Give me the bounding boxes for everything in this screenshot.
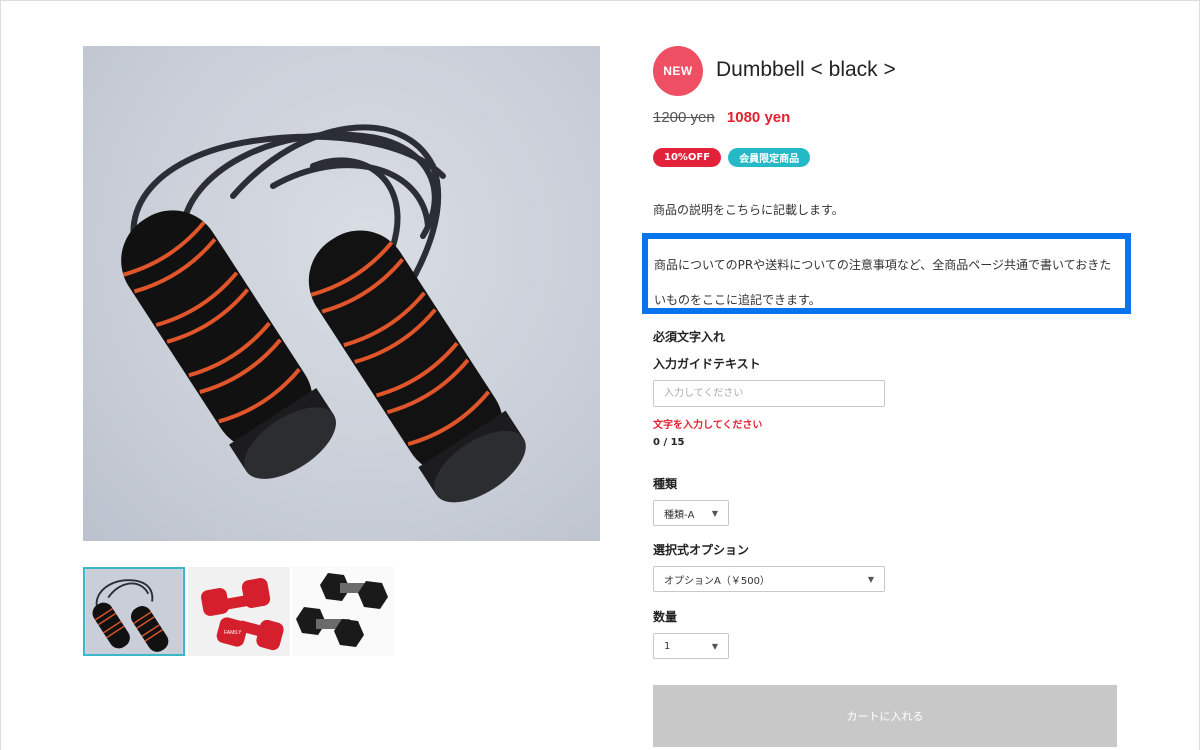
price-row: 1200 yen 1080 yen — [653, 109, 790, 126]
guide-text-label: 入力ガイドテキスト — [653, 357, 761, 371]
option-select[interactable]: オプションA（￥500） ▼ — [653, 566, 885, 592]
chevron-down-icon: ▼ — [711, 642, 718, 651]
product-title: Dumbbell < black > — [716, 58, 896, 81]
main-product-image — [83, 46, 600, 541]
member-only-tag: 会員限定商品 — [728, 148, 811, 167]
type-select-value: 種類-A — [664, 509, 695, 521]
red-dumbbells-thumb-image: FAMILY — [188, 567, 290, 656]
option-select-value: オプションA（￥500） — [664, 575, 770, 587]
notice-line-2: いものをここに追記できます。 — [654, 293, 821, 307]
quantity-label: 数量 — [653, 610, 678, 624]
type-label: 種類 — [653, 477, 678, 491]
character-counter: 0 / 15 — [653, 437, 685, 448]
original-price: 1200 yen — [653, 109, 715, 126]
product-tags: 10%OFF 会員限定商品 — [653, 148, 811, 167]
dumbbell-brand-text: FAMILY — [224, 630, 242, 636]
new-badge: NEW — [653, 46, 703, 96]
option-label: 選択式オプション — [653, 543, 750, 557]
jump-rope-photo — [121, 124, 526, 503]
product-description: 商品の説明をこちらに記載します。 — [653, 203, 844, 217]
thumbnail-jump-rope[interactable] — [83, 567, 185, 656]
engraving-text-input[interactable] — [653, 380, 885, 407]
required-text-label: 必須文字入れ — [653, 330, 726, 344]
black-dumbbells-thumb-image — [292, 567, 394, 656]
common-notice-box: 商品についてのPRや送料についての注意事項など、全商品ページ共通で書いておきた … — [642, 233, 1131, 314]
sale-price: 1080 yen — [726, 109, 791, 126]
type-select[interactable]: 種類-A ▼ — [653, 500, 729, 526]
input-error-message: 文字を入力してください — [653, 420, 763, 431]
notice-line-1: 商品についてのPRや送料についての注意事項など、全商品ページ共通で書いておきた — [654, 258, 1112, 272]
discount-tag: 10%OFF — [653, 148, 722, 167]
thumbnail-red-dumbbells[interactable]: FAMILY — [188, 567, 290, 656]
quantity-select[interactable]: 1 ▼ — [653, 633, 729, 659]
chevron-down-icon: ▼ — [711, 509, 718, 518]
quantity-select-value: 1 — [664, 640, 671, 652]
add-to-cart-button[interactable]: カートに入れる — [653, 685, 1117, 747]
thumbnail-black-dumbbells[interactable] — [292, 567, 394, 656]
jump-rope-thumb-image — [85, 569, 183, 654]
chevron-down-icon: ▼ — [867, 575, 874, 584]
